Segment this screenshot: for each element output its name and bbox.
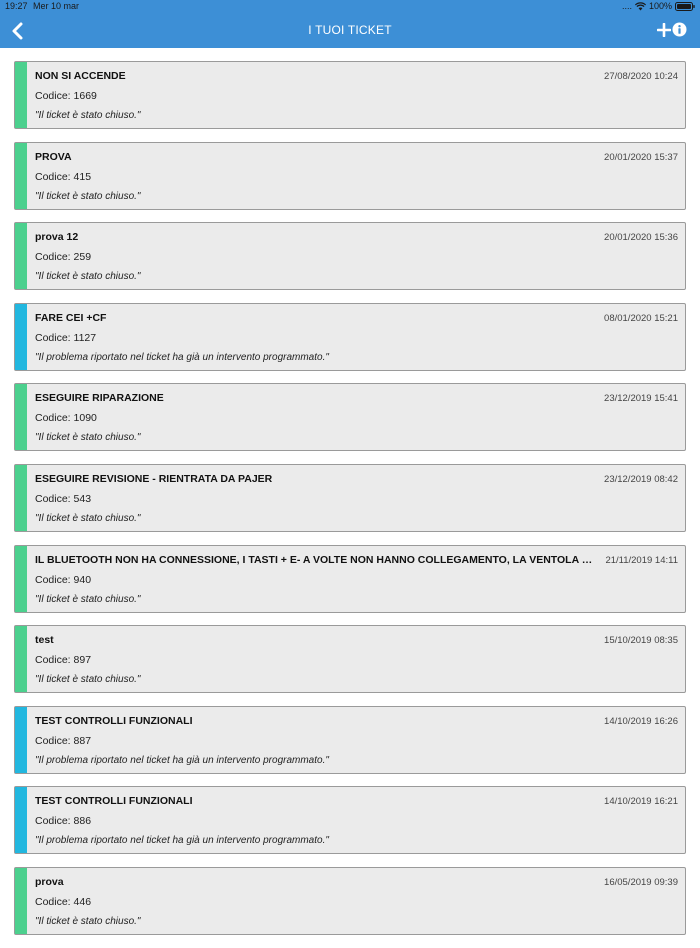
ticket-card[interactable]: ESEGUIRE REVISIONE - RIENTRATA DA PAJER … — [14, 463, 686, 532]
ticket-status-message: "Il ticket è stato chiuso." — [35, 674, 141, 686]
ticket-date: 20/01/2020 15:37 — [604, 151, 678, 163]
ticket-card[interactable]: IL BLUETOOTH NON HA CONNESSIONE, I TASTI… — [14, 544, 686, 613]
ticket-list: NON SI ACCENDE 27/08/2020 10:24 Codice: … — [14, 61, 686, 948]
ticket-code: Codice: 446 — [35, 895, 92, 908]
ticket-card[interactable]: test 15/10/2019 08:35 Codice: 897 "Il ti… — [14, 625, 686, 694]
ticket-status-stripe — [15, 545, 27, 612]
ticket-date: 15/10/2019 08:35 — [604, 635, 678, 647]
ticket-title: FARE CEI +CF — [35, 311, 107, 324]
ticket-title: TEST CONTROLLI FUNZIONALI — [35, 714, 193, 727]
ticket-title: PROVA — [35, 150, 72, 163]
ticket-status-stripe — [15, 464, 27, 531]
status-bar: 19:27 Mer 10 mar .... 100% — [0, 0, 700, 13]
ticket-status-message: "Il ticket è stato chiuso." — [35, 432, 141, 444]
ticket-status-stripe — [15, 142, 27, 209]
ticket-date: 21/11/2019 14:11 — [605, 554, 678, 566]
ticket-status-stripe — [15, 384, 27, 451]
ticket-code: Codice: 259 — [35, 251, 92, 264]
ticket-title: ESEGUIRE REVISIONE - RIENTRATA DA PAJER — [35, 472, 273, 485]
nav-bar: I TUOI TICKET — [0, 13, 700, 48]
ticket-date: 27/08/2020 10:24 — [604, 71, 678, 82]
ticket-card[interactable]: prova 16/05/2019 09:39 Codice: 446 "Il t… — [14, 866, 686, 935]
ticket-status-message: "Il ticket è stato chiuso." — [35, 512, 141, 524]
ticket-title: prova — [35, 875, 64, 888]
ticket-date: 14/10/2019 16:21 — [604, 796, 678, 808]
info-button[interactable] — [672, 22, 687, 37]
ticket-status-stripe — [15, 303, 27, 370]
status-indicators: .... 100% — [622, 0, 695, 13]
ticket-status-message: "Il problema riportato nel ticket ha già… — [35, 835, 329, 847]
battery-icon — [675, 2, 695, 11]
ticket-status-message: "Il ticket è stato chiuso." — [35, 915, 141, 927]
ticket-title: prova 12 — [35, 231, 79, 244]
ticket-date: 20/01/2020 15:36 — [604, 232, 678, 244]
ticket-status-message: "Il ticket è stato chiuso." — [35, 190, 141, 202]
ticket-date: 23/12/2019 08:42 — [604, 473, 678, 485]
add-ticket-button[interactable] — [656, 22, 672, 38]
ticket-status-message: "Il ticket è stato chiuso." — [35, 110, 141, 121]
battery-percent: 100% — [648, 1, 672, 11]
ticket-code: Codice: 543 — [35, 492, 92, 505]
ticket-code: Codice: 1127 — [35, 331, 97, 344]
ticket-card[interactable]: TEST CONTROLLI FUNZIONALI 14/10/2019 16:… — [14, 786, 686, 855]
wifi-icon — [634, 2, 646, 11]
ticket-date: 16/05/2019 09:39 — [604, 876, 678, 888]
ticket-title: ESEGUIRE RIPARAZIONE — [35, 392, 164, 405]
ticket-status-stripe — [15, 706, 27, 773]
ticket-status-stripe — [15, 626, 27, 693]
status-time: 19:27 — [5, 1, 28, 11]
plus-icon — [656, 22, 672, 38]
ticket-title: IL BLUETOOTH NON HA CONNESSIONE, I TASTI… — [35, 553, 595, 566]
ticket-code: Codice: 415 — [35, 170, 92, 183]
ticket-status-stripe — [15, 787, 27, 854]
ticket-code: Codice: 887 — [35, 734, 92, 747]
ticket-status-message: "Il problema riportato nel ticket ha già… — [35, 351, 329, 363]
ticket-card[interactable]: PROVA 20/01/2020 15:37 Codice: 415 "Il t… — [14, 141, 686, 210]
ticket-code: Codice: 1669 — [35, 90, 97, 102]
info-icon — [672, 22, 687, 37]
signal-dots: .... — [621, 1, 632, 11]
ticket-status-stripe — [15, 223, 27, 290]
ticket-status-stripe — [15, 62, 27, 128]
ticket-code: Codice: 940 — [35, 573, 92, 586]
ticket-status-message: "Il ticket è stato chiuso." — [35, 593, 141, 605]
ticket-card[interactable]: ESEGUIRE RIPARAZIONE 23/12/2019 15:41 Co… — [14, 383, 686, 452]
status-date: Mer 10 mar — [33, 1, 80, 11]
ticket-code: Codice: 886 — [35, 815, 92, 828]
ticket-card[interactable]: prova 12 20/01/2020 15:36 Codice: 259 "I… — [14, 222, 686, 291]
ticket-title: NON SI ACCENDE — [35, 70, 126, 82]
ticket-code: Codice: 1090 — [35, 412, 97, 425]
ticket-title: test — [35, 634, 54, 647]
ticket-card[interactable]: TEST CONTROLLI FUNZIONALI 14/10/2019 16:… — [14, 705, 686, 774]
ticket-code: Codice: 897 — [35, 654, 92, 667]
ticket-date: 14/10/2019 16:26 — [604, 715, 678, 727]
ticket-card[interactable]: NON SI ACCENDE 27/08/2020 10:24 Codice: … — [14, 61, 686, 129]
ticket-status-message: "Il problema riportato nel ticket ha già… — [35, 754, 329, 766]
ticket-status-stripe — [15, 867, 27, 934]
ticket-date: 08/01/2020 15:21 — [604, 312, 678, 324]
ticket-date: 23/12/2019 15:41 — [604, 393, 678, 405]
ticket-title: TEST CONTROLLI FUNZIONALI — [35, 795, 193, 808]
ticket-card[interactable]: FARE CEI +CF 08/01/2020 15:21 Codice: 11… — [14, 302, 686, 371]
page-title: I TUOI TICKET — [308, 23, 392, 37]
ticket-status-message: "Il ticket è stato chiuso." — [35, 271, 141, 283]
